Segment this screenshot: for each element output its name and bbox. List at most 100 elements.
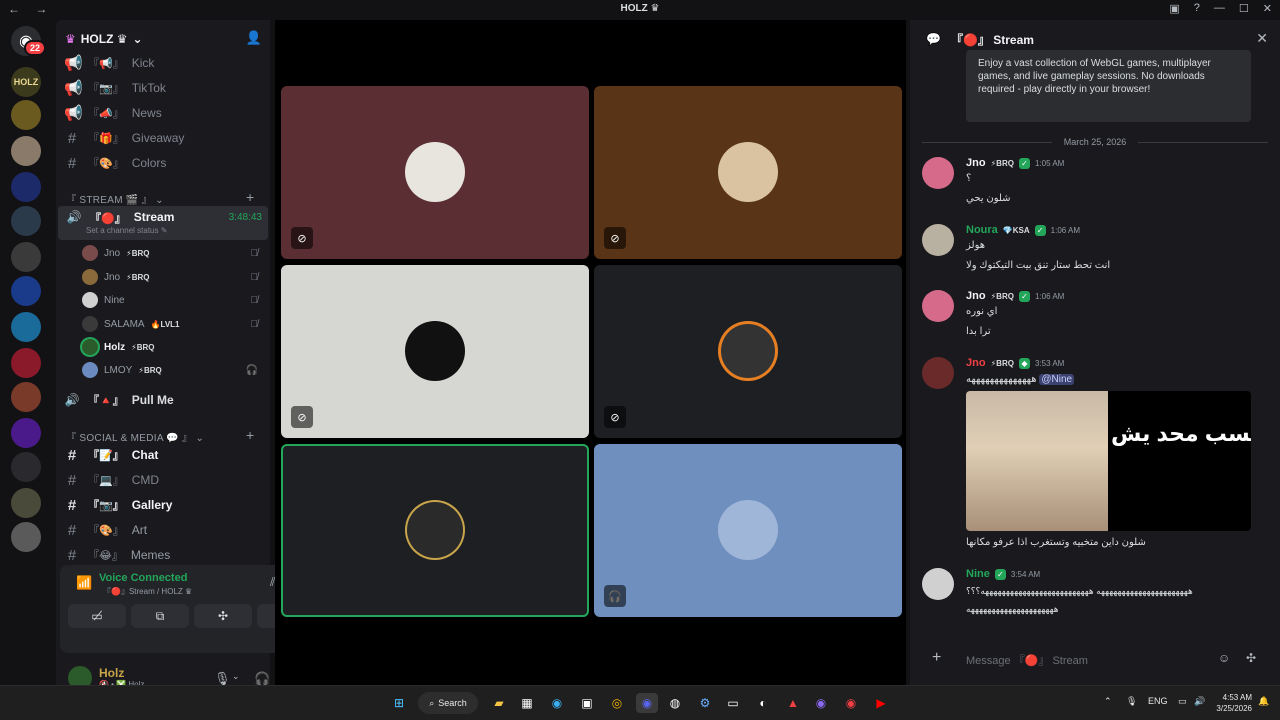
participant-tile[interactable]: ⊘ (281, 86, 589, 259)
voice-connected-label[interactable]: Voice Connected (99, 572, 187, 584)
server-icon[interactable] (11, 276, 41, 306)
server-icon[interactable] (11, 242, 41, 272)
apps-icon[interactable]: ✣ (1246, 651, 1256, 665)
channel-cmd[interactable]: # 『💻』 CMD (56, 469, 270, 491)
notification-icon[interactable]: 🔔 (1258, 696, 1269, 707)
maximize-button[interactable]: ☐ (1239, 2, 1249, 15)
discord-icon[interactable]: ◉ (636, 693, 658, 713)
voice-user[interactable]: Holz ⚡BRQ (82, 337, 262, 357)
language-indicator[interactable]: ENG (1148, 696, 1168, 706)
taskbar-search[interactable]: ⌕ Search (418, 692, 478, 714)
participant-tile[interactable]: 🎧 (594, 444, 902, 617)
participant-tile[interactable]: ⊘ (281, 265, 589, 438)
edge-icon[interactable]: ◉ (546, 693, 568, 713)
avatar[interactable] (922, 157, 954, 189)
camera-off-button[interactable]: ▭̸ (68, 604, 126, 628)
youtube-icon[interactable]: ▶ (870, 693, 892, 713)
close-icon[interactable]: ✕ (1256, 30, 1268, 47)
user-mention[interactable]: @Nine (1039, 374, 1075, 385)
category-social[interactable]: 『 SOCIAL & MEDIA 💬 』 ⌄ + (66, 427, 254, 444)
author-name[interactable]: Jno (966, 357, 986, 369)
channel-gallery[interactable]: # 『📷』 Gallery (56, 494, 270, 516)
add-channel-icon[interactable]: + (246, 427, 254, 443)
minimize-button[interactable]: — (1214, 2, 1225, 15)
server-icon[interactable] (11, 100, 41, 130)
channel-status[interactable]: Set a channel status ✎ (86, 226, 167, 235)
add-member-icon[interactable]: 👤 (246, 30, 262, 46)
server-icon[interactable] (11, 488, 41, 518)
server-icon[interactable] (11, 136, 41, 166)
channel-art[interactable]: # 『🎨』 Art (56, 519, 270, 541)
plus-icon[interactable]: + (932, 649, 941, 667)
server-icon[interactable] (11, 206, 41, 236)
server-icon[interactable] (11, 418, 41, 448)
channel-chat[interactable]: # 『📝』 Chat (56, 444, 270, 466)
server-icon[interactable] (11, 312, 41, 342)
voice-user[interactable]: LMOY ⚡BRQ 🎧 (82, 360, 262, 380)
inbox-icon[interactable]: ▣ (1169, 2, 1179, 15)
user-name[interactable]: Holz (99, 666, 124, 680)
participant-tile[interactable]: ⊘ (594, 265, 902, 438)
mic-icon[interactable]: 🎙 (1126, 696, 1137, 707)
author-name[interactable]: Jno (966, 290, 986, 302)
chrome-icon[interactable]: ◎ (606, 693, 628, 713)
voice-user[interactable]: Jno ⚡BRQ 🎙̸ (82, 243, 262, 263)
chevron-down-icon[interactable]: ⌄ (232, 671, 240, 682)
activities-button[interactable]: ✣ (194, 604, 252, 628)
avatar[interactable] (922, 568, 954, 600)
voice-user[interactable]: Jno ⚡BRQ 🎙̸ (82, 267, 262, 287)
voice-location[interactable]: 『🔴』Stream / HOLZ ♛ (103, 586, 192, 597)
participant-tile-speaking[interactable] (281, 444, 589, 617)
server-icon[interactable] (11, 382, 41, 412)
add-channel-icon[interactable]: + (246, 189, 254, 205)
avatar[interactable] (922, 290, 954, 322)
chevron-up-icon[interactable]: ⌃ (1104, 696, 1112, 707)
channel-giveaway[interactable]: # 『🎁』 Giveaway (56, 127, 270, 149)
author-name[interactable]: Jno (966, 157, 986, 169)
channel-stream-active[interactable]: 🔊 『🔴』 Stream Set a channel status ✎ 3:48… (58, 206, 268, 240)
message-composer[interactable]: + Message 『🔴』 Stream ☺ ✣ (922, 639, 1268, 679)
author-name[interactable]: Nine (966, 568, 990, 580)
avatar[interactable] (922, 224, 954, 256)
app-icon[interactable]: ▭ (722, 693, 744, 713)
terminal-icon[interactable]: ▣ (576, 693, 598, 713)
windows-start-icon[interactable]: ⊞ (388, 693, 410, 713)
voice-user-name: SALAMA (104, 318, 145, 330)
channel-pull-me[interactable]: 🔊 『🔺』 Pull Me (56, 389, 270, 411)
author-name[interactable]: Noura (966, 224, 998, 236)
store-icon[interactable]: ▦ (516, 693, 538, 713)
emoji-icon[interactable]: ☺ (1218, 651, 1230, 665)
help-icon[interactable]: ? (1194, 2, 1200, 15)
share-screen-button[interactable]: ⧉ (131, 604, 189, 628)
category-stream[interactable]: 『 STREAM 🎬 』 ⌄ + (66, 189, 254, 206)
obs-icon[interactable]: ◍ (664, 693, 686, 713)
app-icon[interactable]: ◐ (752, 693, 774, 713)
app-icon[interactable]: ▲ (782, 693, 804, 713)
channel-memes[interactable]: # 『😂』 Memes (56, 544, 270, 566)
clock[interactable]: 4:53 AM 3/25/2026 (1212, 692, 1252, 714)
avatar[interactable] (922, 357, 954, 389)
close-button[interactable]: ✕ (1263, 2, 1272, 15)
steam-icon[interactable]: ⚙ (694, 693, 716, 713)
file-explorer-icon[interactable]: ▰ (488, 693, 510, 713)
app-icon[interactable]: ◉ (810, 693, 832, 713)
server-icon[interactable] (11, 348, 41, 378)
volume-icon[interactable]: 🔊 (1194, 696, 1205, 707)
voice-user[interactable]: Nine 🎙̸ (82, 290, 262, 310)
guild-name: HOLZ ♛ (80, 32, 128, 46)
server-icon[interactable] (11, 452, 41, 482)
server-icon[interactable] (11, 522, 41, 552)
participant-tile[interactable]: ⊘ (594, 86, 902, 259)
network-icon[interactable]: ▭ (1178, 696, 1187, 707)
channel-news[interactable]: 📢 『📣』 News (56, 102, 270, 124)
channel-tiktok[interactable]: 📢 『📷』 TikTok (56, 77, 270, 99)
voice-user[interactable]: SALAMA 🔥LVL1 🎙̸ (82, 314, 262, 334)
channel-colors[interactable]: # 『🎨』 Colors (56, 152, 270, 174)
channel-emoji: 『😂』 (88, 550, 123, 562)
server-icon[interactable] (11, 172, 41, 202)
composer-placeholder[interactable]: Message 『🔴』 Stream (966, 652, 1088, 668)
channel-kick[interactable]: 📢 『📢』 Kick (56, 52, 270, 74)
app-icon[interactable]: ◉ (840, 693, 862, 713)
image-attachment[interactable]: احسب محد يش (966, 391, 1251, 531)
server-holz[interactable]: HOLZ (11, 67, 41, 97)
